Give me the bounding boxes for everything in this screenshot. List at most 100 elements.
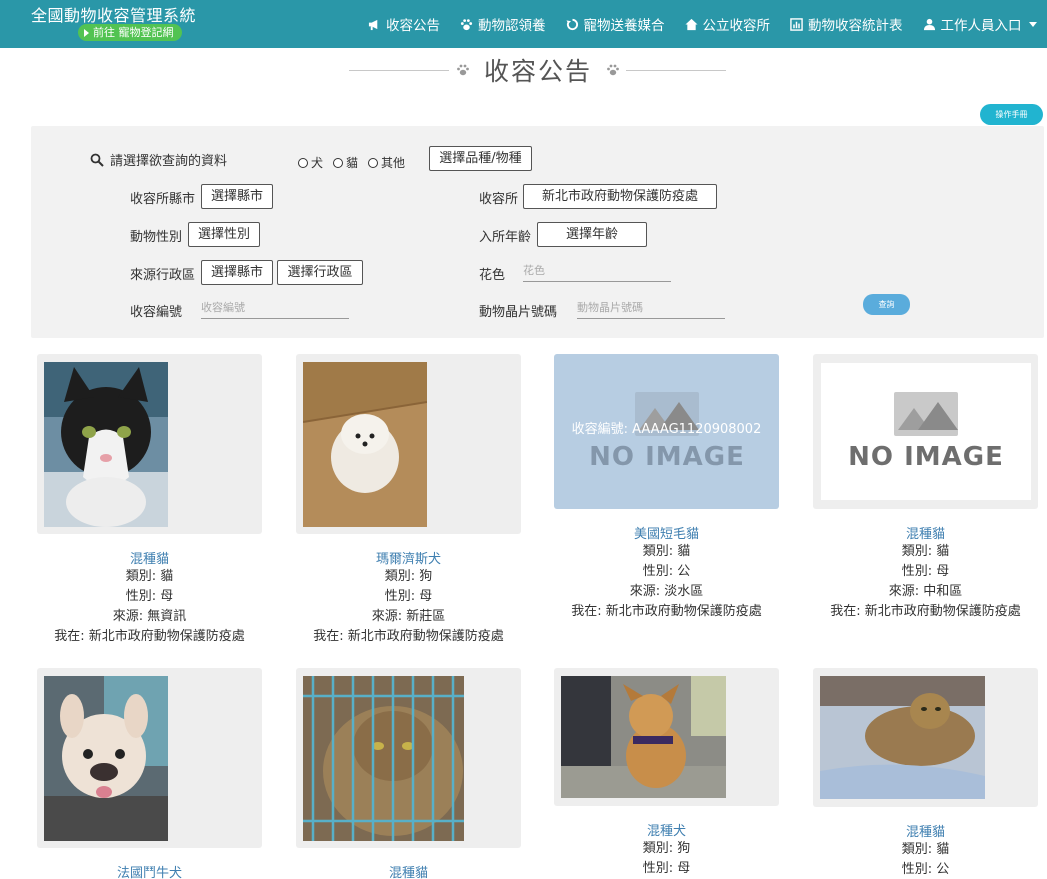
home-icon	[684, 18, 698, 31]
species-radio-group: 犬 貓 其他	[298, 154, 405, 171]
search-panel: 請選擇欲查詢的資料 犬 貓 其他 選擇品種/物種 收容所縣市 選擇縣市 收容所 …	[31, 126, 1044, 338]
color-label: 花色	[479, 268, 506, 283]
animal-card[interactable]: NO IMAGE 混種貓 類別: 貓 性別: 母 來源: 中和區 我在: 新北市…	[813, 354, 1038, 622]
no-image-text: NO IMAGE	[848, 441, 1004, 472]
origin-district-button[interactable]: 選擇行政區	[277, 260, 363, 285]
animal-name-link[interactable]: 混種貓	[813, 821, 1038, 840]
animal-kind: 類別: 狗	[642, 841, 691, 856]
color-input[interactable]: 花色	[523, 262, 671, 282]
photo-frame[interactable]	[296, 668, 521, 848]
image-placeholder-icon	[894, 391, 958, 436]
nav-item-label: 動物認領養	[478, 18, 546, 34]
animal-photo[interactable]	[44, 676, 168, 841]
photo-frame[interactable]	[813, 668, 1038, 807]
photo-frame[interactable]: NO IMAGE	[813, 354, 1038, 509]
manual-button[interactable]: 操作手冊	[980, 104, 1043, 125]
nav-item-label: 公立收容所	[702, 18, 771, 34]
animal-photo[interactable]	[561, 676, 726, 798]
animal-location: 我在: 新北市政府動物保護防疫處	[830, 604, 1021, 619]
animal-card[interactable]: 混種貓	[296, 668, 521, 879]
animal-source: 來源: 無資訊	[112, 609, 187, 624]
main-nav: 收容公告 動物認領養 寵物送養媒合 公立收容所 動物收容統計表 工作人員入口	[368, 14, 1037, 34]
shelter-county-button[interactable]: 選擇縣市	[201, 184, 273, 209]
query-button[interactable]: 查詢	[863, 294, 910, 315]
nav-item-matching[interactable]: 寵物送養媒合	[565, 14, 665, 34]
photo-frame[interactable]	[37, 354, 262, 534]
radio-label: 犬	[311, 156, 324, 170]
animal-sex: 性別: 母	[125, 589, 174, 604]
id-label: 收容編號	[130, 305, 183, 320]
chip-label: 動物晶片號碼	[479, 305, 558, 320]
animal-card[interactable]: 混種貓 類別: 貓 性別: 公	[813, 668, 1038, 879]
animal-name-link[interactable]: 美國短毛貓	[554, 523, 779, 542]
site-brand[interactable]: 全國動物收容管理系統	[31, 2, 196, 26]
species-radio-other[interactable]: 其他	[368, 154, 405, 171]
nav-item-public-shelters[interactable]: 公立收容所	[684, 14, 771, 34]
nav-item-announcements[interactable]: 收容公告	[368, 14, 440, 34]
no-image-placeholder[interactable]: NO IMAGE	[821, 363, 1031, 500]
animal-source: 來源: 淡水區	[629, 584, 704, 599]
title-divider-left	[349, 70, 449, 71]
origin-county-button[interactable]: 選擇縣市	[201, 260, 273, 285]
animal-photo[interactable]	[303, 362, 427, 527]
photo-frame[interactable]	[296, 354, 521, 534]
pet-registry-link[interactable]: 前往 寵物登記網	[78, 24, 182, 41]
age-select-button[interactable]: 選擇年齡	[537, 222, 647, 247]
animal-card[interactable]: 瑪爾濟斯犬 類別: 狗 性別: 母 來源: 新莊區 我在: 新北市政府動物保護防…	[296, 354, 521, 647]
animal-sex: 性別: 母	[901, 564, 950, 579]
animal-photo[interactable]	[44, 362, 168, 527]
animal-name-link[interactable]: 法國鬥牛犬	[37, 862, 262, 879]
animal-name-link[interactable]: 混種貓	[296, 862, 521, 879]
animal-photo[interactable]	[303, 676, 464, 841]
sex-label: 動物性別	[130, 230, 183, 245]
nav-item-statistics[interactable]: 動物收容統計表	[790, 14, 903, 34]
shelter-select-button[interactable]: 新北市政府動物保護防疫處	[523, 184, 717, 209]
animal-sex: 性別: 母	[642, 861, 691, 876]
paw-icon	[460, 18, 473, 31]
age-label: 入所年齡	[479, 230, 532, 245]
animal-card[interactable]: 混種犬 類別: 狗 性別: 母	[554, 668, 779, 879]
page-title: 收容公告	[484, 57, 593, 86]
animal-sex: 性別: 公	[901, 862, 950, 877]
animal-id-overlay: 收容編號: AAAAG1120908002	[571, 422, 762, 437]
breed-select-button[interactable]: 選擇品種/物種	[429, 146, 532, 171]
radio-label: 其他	[381, 156, 406, 170]
animal-card[interactable]: 法國鬥牛犬	[37, 668, 262, 879]
animal-name-link[interactable]: 混種貓	[813, 523, 1038, 542]
animal-card[interactable]: NO IMAGE 收容編號: AAAAG1120908002 美國短毛貓 類別:…	[554, 354, 779, 622]
photo-frame[interactable]: NO IMAGE 收容編號: AAAAG1120908002	[554, 354, 779, 509]
animal-kind: 類別: 貓	[642, 544, 691, 559]
radio-circle[interactable]	[333, 157, 344, 168]
animal-location: 我在: 新北市政府動物保護防疫處	[54, 629, 245, 644]
chevron-down-icon	[1028, 21, 1037, 27]
animal-kind: 類別: 狗	[384, 569, 433, 584]
sex-select-button[interactable]: 選擇性別	[188, 222, 260, 247]
radio-circle[interactable]	[368, 157, 379, 168]
origin-label: 來源行政區	[130, 268, 196, 283]
animal-photo[interactable]	[820, 676, 985, 799]
radio-circle[interactable]	[298, 157, 308, 168]
animal-name-link[interactable]: 混種貓	[37, 548, 262, 567]
nav-item-label: 動物收容統計表	[808, 18, 903, 34]
shelter-county-label: 收容所縣市	[130, 192, 196, 207]
animal-card[interactable]: 混種貓 類別: 貓 性別: 母 來源: 無資訊 我在: 新北市政府動物保護防疫處	[37, 354, 262, 647]
animal-sex: 性別: 母	[384, 589, 433, 604]
species-radio-cat[interactable]: 貓	[333, 154, 358, 171]
photo-frame[interactable]	[554, 668, 779, 806]
species-radio-dog[interactable]: 犬	[298, 154, 323, 171]
top-navbar: 全國動物收容管理系統 前往 寵物登記網 收容公告 動物認領養 寵物送養媒合 公立…	[0, 0, 1047, 48]
nav-item-label: 寵物送養媒合	[583, 18, 665, 34]
photo-frame[interactable]	[37, 668, 262, 848]
id-input[interactable]: 收容編號	[201, 299, 349, 319]
title-divider-right	[626, 70, 726, 71]
pet-registry-link-label: 前往 寵物登記網	[93, 26, 174, 39]
animal-name-link[interactable]: 混種犬	[554, 820, 779, 839]
chip-input[interactable]: 動物晶片號碼	[577, 299, 725, 319]
megaphone-icon	[368, 18, 381, 31]
animal-source: 來源: 中和區	[888, 584, 963, 599]
animal-name-link[interactable]: 瑪爾濟斯犬	[296, 548, 521, 567]
shelter-label: 收容所	[479, 192, 519, 207]
nav-item-staff-login[interactable]: 工作人員入口	[923, 14, 1037, 34]
nav-item-adoption[interactable]: 動物認領養	[460, 14, 546, 34]
chart-icon	[790, 17, 803, 31]
